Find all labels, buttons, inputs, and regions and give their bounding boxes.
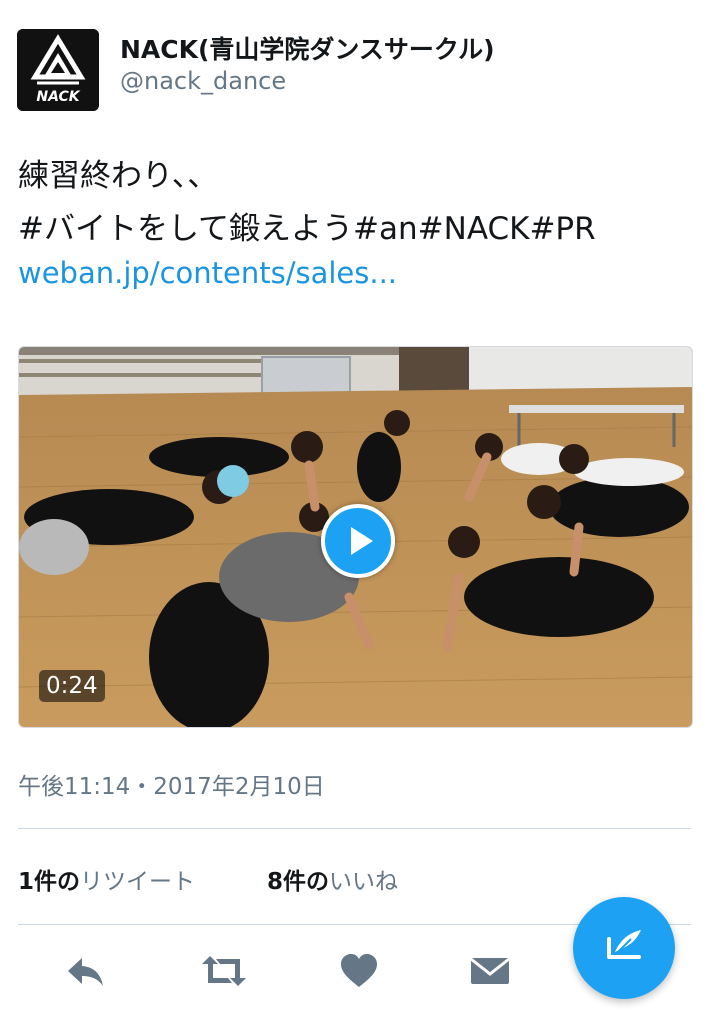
- nack-logo: NACK: [17, 29, 99, 111]
- user-handle[interactable]: @nack_dance: [120, 67, 286, 95]
- reply-icon: [68, 958, 103, 986]
- like-stats[interactable]: 8件のいいね: [267, 862, 398, 896]
- video-player[interactable]: 0:24: [18, 346, 693, 728]
- retweet-stats[interactable]: 1件のリツイート: [18, 862, 195, 896]
- display-name[interactable]: NACK(青山学院ダンスサークル): [120, 30, 495, 66]
- retweet-label: リツイート: [80, 869, 196, 895]
- compose-icon: [607, 930, 641, 959]
- retweet-count: 1件の: [18, 869, 81, 895]
- tweet-timestamp[interactable]: 午後11:14・2017年2月10日: [18, 767, 325, 801]
- heart-icon: [341, 954, 377, 987]
- video-duration: 0:24: [39, 670, 105, 702]
- avatar-logo-text: NACK: [36, 89, 80, 105]
- envelope-icon: [470, 957, 510, 984]
- divider: [18, 828, 691, 829]
- compose-tweet-button[interactable]: [573, 897, 675, 999]
- play-button[interactable]: [321, 504, 395, 578]
- tweet-text-line2[interactable]: #バイトをして鍛えよう#an#NACK#PR: [18, 203, 596, 248]
- play-icon: [351, 527, 373, 555]
- direct-message-button[interactable]: [467, 948, 513, 994]
- retweet-button[interactable]: [198, 948, 250, 994]
- like-label: いいね: [329, 869, 399, 895]
- avatar[interactable]: NACK: [17, 29, 99, 111]
- like-count: 8件の: [267, 869, 330, 895]
- like-button[interactable]: [336, 948, 382, 994]
- tweet-link[interactable]: weban.jp/contents/sales...: [18, 256, 397, 290]
- retweet-icon: [202, 956, 246, 986]
- tweet-text-line1: 練習終わり、、: [18, 158, 219, 194]
- reply-button[interactable]: [62, 948, 108, 994]
